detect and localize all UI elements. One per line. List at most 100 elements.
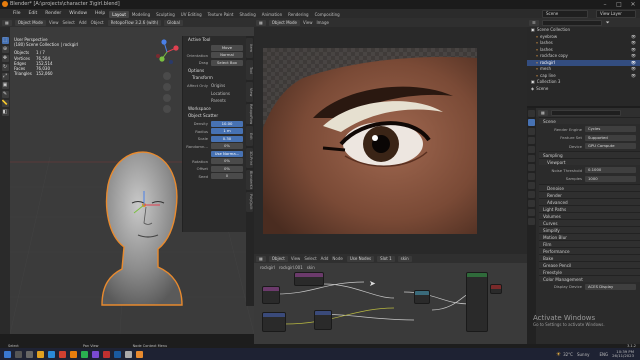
image-editor-type-button[interactable]: ▦ [256,19,266,26]
scale-tool-icon[interactable]: ⤢ [1,73,9,80]
acrobat-icon[interactable] [103,350,110,358]
node-principled-bsdf[interactable] [466,272,488,332]
render-engine-dropdown[interactable]: Cycles [585,126,636,132]
grid-view-icon[interactable] [163,105,171,113]
view-layer-selector[interactable]: View Layer [596,9,636,18]
windows-start-icon[interactable] [4,350,11,358]
workspace-tab-layout[interactable]: Layout [109,10,129,18]
add-cube-tool-icon[interactable]: ◧ [1,109,9,116]
menu-window[interactable]: Window [65,9,91,18]
search-icon[interactable] [15,350,22,358]
select-menu[interactable]: Select [62,20,74,25]
data-tab-icon[interactable] [528,209,535,216]
camera-view-icon[interactable] [163,94,171,102]
image-editor-image-menu[interactable]: Image [316,20,329,25]
image-editor-mode[interactable]: Object Mode [268,19,300,26]
spotify-icon[interactable] [81,350,88,358]
view-menu[interactable]: View [49,20,59,25]
motion-blur-panel[interactable]: Motion Blur [539,232,640,240]
add-menu[interactable]: Add [79,20,87,25]
annotate-tool-icon[interactable]: ✎ [1,91,9,98]
rotate-tool-icon[interactable]: ↻ [1,64,9,71]
mode-selector[interactable]: Object Mode [14,19,46,26]
workspace-tab-texture-paint[interactable]: Texture Paint [205,11,237,18]
menu-help[interactable]: Help [91,9,109,18]
zoom-icon[interactable] [163,72,171,80]
cursor-tool-icon[interactable]: ⊕ [1,46,9,53]
orientation-field[interactable]: Normal [211,52,243,58]
render-tab-icon[interactable] [528,119,535,126]
feature-set-dropdown[interactable]: Supported [585,134,636,141]
tab-edit[interactable]: Edit [246,126,253,146]
weather-sun-icon[interactable]: ☀ [556,351,561,358]
tab-item[interactable]: Item [246,38,253,58]
settings-gear-icon[interactable] [125,350,132,358]
weather-condition[interactable]: Sunny [577,352,590,357]
sampling-panel[interactable]: Sampling [539,151,640,158]
tab-polyquilt[interactable]: PolyQuilt [246,192,253,212]
retopoflow-menu[interactable]: RetopoFlow 3.2.6 (with) [107,19,162,26]
light-paths-panel[interactable]: Light Paths [539,204,640,212]
outliner-item[interactable]: ◈ Scene [527,86,640,93]
photoshop-icon[interactable] [114,350,121,358]
language-indicator[interactable]: ENG [599,352,608,357]
outliner-type-button[interactable]: ☰ [529,19,539,26]
denoise-subpanel[interactable]: Denoise [539,183,640,191]
output-tab-icon[interactable] [528,128,535,135]
discord-icon[interactable] [92,350,99,358]
select-box-tool-icon[interactable]: ⬚ [1,37,9,44]
color-management-panel[interactable]: Color Management [539,274,640,282]
pan-hand-icon[interactable] [163,83,171,91]
node-image-texture[interactable] [294,272,324,286]
modifier-tab-icon[interactable] [528,173,535,180]
render-subpanel[interactable]: Render [539,190,640,198]
performance-panel[interactable]: Performance [539,246,640,254]
scene-selector[interactable]: Scene [542,9,588,18]
tool-tab-icon[interactable] [528,110,535,117]
node-mapping[interactable] [262,312,286,332]
object-menu[interactable]: Object [91,20,104,25]
noise-threshold-field[interactable]: 0.1000 [585,167,636,173]
tab-blenderkit[interactable]: BlenderKit [246,170,253,190]
transform-tool-icon[interactable]: ▣ [1,82,9,89]
device-dropdown[interactable]: GPU Compute [585,143,636,149]
blender-taskbar-icon[interactable] [70,350,77,358]
outliner-search-input[interactable] [541,19,602,26]
app-icon[interactable] [136,350,143,358]
rotation-field[interactable]: 0% [211,158,243,164]
randomness-field[interactable]: 0% [211,143,243,149]
view-layer-tab-icon[interactable] [528,137,535,144]
filter-icon[interactable]: ⏷ [606,20,610,26]
workspace-tab-compositing[interactable]: Compositing [312,11,343,18]
measure-tool-icon[interactable]: 📏 [1,100,9,107]
node-material-output[interactable] [490,284,502,294]
node-color-ramp[interactable] [314,310,332,330]
affect-locations-checkbox[interactable]: Locations [211,91,230,96]
transform-orientation[interactable]: Global [164,19,183,26]
volumes-panel[interactable]: Volumes [539,211,640,219]
drag-field[interactable]: Select Box [211,59,243,66]
seed-field[interactable]: 0 [211,173,243,179]
grease-pencil-panel[interactable]: Grease Pencil [539,260,640,268]
advanced-subpanel[interactable]: Advanced [539,197,640,205]
move-tool-icon[interactable]: ✥ [1,55,9,62]
freestyle-panel[interactable]: Freestyle [539,267,640,275]
constraints-tab-icon[interactable] [528,200,535,207]
node-texture-coordinate[interactable] [262,286,280,304]
workspace-tab-sculpting[interactable]: Sculpting [153,11,178,18]
node-mix-rgb[interactable] [414,290,430,304]
workspace-header[interactable]: Workspace [183,105,246,112]
object-tab-icon[interactable] [528,164,535,171]
tab-3d-print[interactable]: 3D-Print [246,148,253,168]
material-tab-icon[interactable] [528,218,535,225]
blender-menu-icon[interactable] [0,9,9,18]
clock[interactable]: 10:39 PM 26/11/2023 [612,349,634,359]
scale-field[interactable]: 0.30 [211,135,243,142]
weather-temp[interactable]: 32°C [563,352,573,357]
workspace-tab-shading[interactable]: Shading [236,11,258,18]
viewport-subpanel[interactable]: Viewport [539,158,640,165]
chrome-icon[interactable] [59,350,66,358]
workspace-tab-rendering[interactable]: Rendering [285,11,311,18]
density-field[interactable]: 10.00 [211,120,243,127]
file-explorer-icon[interactable] [37,350,44,358]
